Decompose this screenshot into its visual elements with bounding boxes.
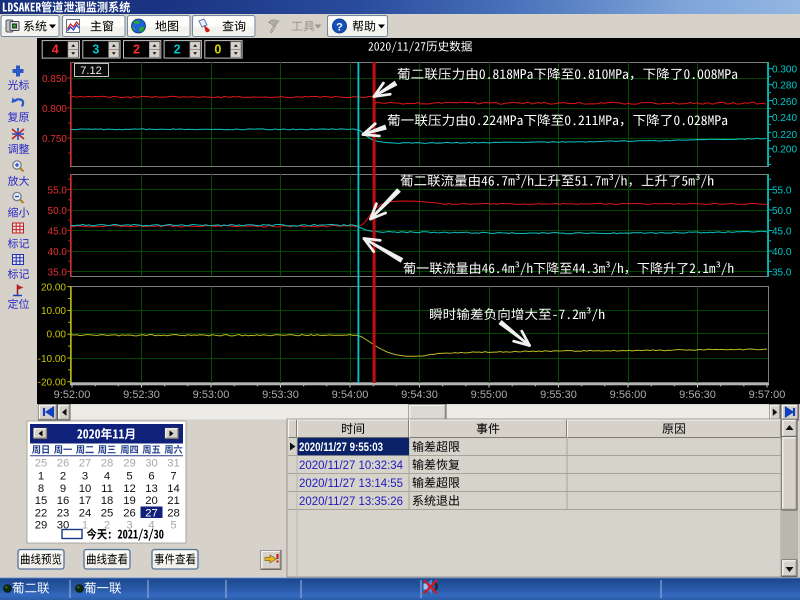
svg-text:3: 3 xyxy=(82,470,88,482)
svg-text:9:52:00: 9:52:00 xyxy=(54,389,91,401)
svg-text:0.220: 0.220 xyxy=(772,130,797,141)
svg-text:9:53:30: 9:53:30 xyxy=(262,389,299,401)
svg-text:10.00: 10.00 xyxy=(41,306,66,317)
svg-text:19: 19 xyxy=(123,495,136,507)
svg-text:35.0: 35.0 xyxy=(772,267,792,278)
svg-text:23: 23 xyxy=(57,507,70,519)
svg-text:0.200: 0.200 xyxy=(772,144,797,155)
svg-text:13: 13 xyxy=(145,483,158,495)
svg-text:40.0: 40.0 xyxy=(48,247,68,258)
svg-text:30: 30 xyxy=(145,458,158,470)
svg-text:0.240: 0.240 xyxy=(772,113,797,124)
svg-text:16: 16 xyxy=(57,495,70,507)
svg-text:3: 3 xyxy=(92,43,99,57)
svg-text:12: 12 xyxy=(123,483,136,495)
svg-text:0.800: 0.800 xyxy=(42,104,67,115)
svg-text:9: 9 xyxy=(60,483,66,495)
svg-text:50.0: 50.0 xyxy=(772,206,792,217)
svg-text:11: 11 xyxy=(101,483,113,495)
svg-text:20.00: 20.00 xyxy=(41,282,66,293)
svg-text:9:56:00: 9:56:00 xyxy=(610,389,647,401)
svg-text:45.0: 45.0 xyxy=(48,226,68,237)
svg-text:2020/11/27 13:35:26: 2020/11/27 13:35:26 xyxy=(299,496,403,508)
svg-text:-10.00: -10.00 xyxy=(38,354,67,365)
svg-text:25: 25 xyxy=(101,507,114,519)
svg-text:9:52:30: 9:52:30 xyxy=(123,389,160,401)
svg-text:55.0: 55.0 xyxy=(772,185,792,196)
svg-text:18: 18 xyxy=(101,495,114,507)
svg-text:0.750: 0.750 xyxy=(42,134,67,145)
svg-text:35.0: 35.0 xyxy=(48,267,68,278)
svg-text:0.00: 0.00 xyxy=(47,329,67,340)
svg-text:1: 1 xyxy=(82,520,88,532)
svg-text:2020/11/27 10:32:34: 2020/11/27 10:32:34 xyxy=(299,460,404,472)
svg-text:25: 25 xyxy=(35,458,48,470)
svg-text:20: 20 xyxy=(145,495,158,507)
svg-text:26: 26 xyxy=(123,507,136,519)
svg-text:29: 29 xyxy=(123,458,136,470)
svg-text:5: 5 xyxy=(170,520,176,532)
svg-text:2020/11/27 9:55:03: 2020/11/27 9:55:03 xyxy=(299,442,383,454)
svg-text:14: 14 xyxy=(167,483,180,495)
svg-text:0: 0 xyxy=(214,43,221,57)
svg-text:5: 5 xyxy=(126,470,132,482)
svg-text:8: 8 xyxy=(38,483,44,495)
svg-text:55.0: 55.0 xyxy=(48,185,68,196)
svg-text:27: 27 xyxy=(79,458,92,470)
svg-text:1: 1 xyxy=(38,470,44,482)
svg-text:10: 10 xyxy=(79,483,92,495)
svg-text:0.850: 0.850 xyxy=(42,74,67,85)
svg-text:7: 7 xyxy=(170,470,176,482)
svg-text:2: 2 xyxy=(174,43,181,57)
svg-text:7.12: 7.12 xyxy=(80,65,101,77)
svg-text:9:54:00: 9:54:00 xyxy=(332,389,369,401)
svg-text:4: 4 xyxy=(148,520,154,532)
svg-text:6: 6 xyxy=(148,470,154,482)
svg-text:0.300: 0.300 xyxy=(772,64,797,75)
svg-text:21: 21 xyxy=(167,495,180,507)
svg-text:9:56:30: 9:56:30 xyxy=(679,389,716,401)
svg-text:28: 28 xyxy=(101,458,114,470)
svg-text:22: 22 xyxy=(35,507,48,519)
svg-text:40.0: 40.0 xyxy=(772,247,792,258)
svg-text:31: 31 xyxy=(167,458,180,470)
svg-text:24: 24 xyxy=(79,507,92,519)
svg-text:15: 15 xyxy=(35,495,48,507)
svg-text:29: 29 xyxy=(35,520,48,532)
svg-text:9:55:00: 9:55:00 xyxy=(471,389,508,401)
svg-text:0.260: 0.260 xyxy=(772,97,797,108)
svg-text:26: 26 xyxy=(57,458,70,470)
svg-text:50.0: 50.0 xyxy=(48,206,68,217)
svg-text:2: 2 xyxy=(60,470,66,482)
svg-text:9:53:00: 9:53:00 xyxy=(193,389,230,401)
svg-text:9:55:30: 9:55:30 xyxy=(540,389,577,401)
svg-text:4: 4 xyxy=(52,43,59,57)
svg-text:9:54:30: 9:54:30 xyxy=(401,389,438,401)
svg-text:9:57:00: 9:57:00 xyxy=(749,389,786,401)
svg-text:2020/11/27 13:14:55: 2020/11/27 13:14:55 xyxy=(299,478,403,490)
svg-text:17: 17 xyxy=(79,495,92,507)
svg-text:28: 28 xyxy=(167,507,180,519)
svg-text:2: 2 xyxy=(133,43,140,57)
svg-text:4: 4 xyxy=(104,470,110,482)
svg-text:27: 27 xyxy=(145,507,158,519)
svg-text:-20.00: -20.00 xyxy=(38,377,67,388)
svg-text:?: ? xyxy=(336,22,343,34)
svg-text:45.0: 45.0 xyxy=(772,226,792,237)
svg-text:0.280: 0.280 xyxy=(772,80,797,91)
